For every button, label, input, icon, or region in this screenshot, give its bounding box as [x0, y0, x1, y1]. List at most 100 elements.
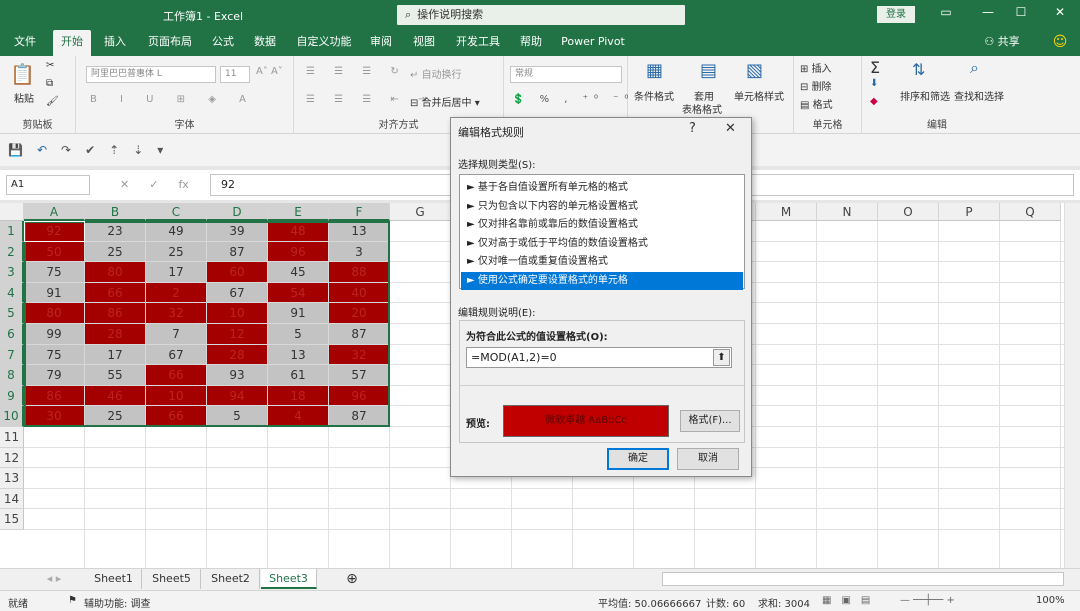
sheet-tab-2[interactable]: Sheet2 [202, 569, 260, 589]
tab-formulas[interactable]: 公式 [206, 30, 240, 56]
data-cell[interactable]: 49 [146, 221, 207, 242]
undo-icon[interactable]: ↶ [37, 143, 47, 157]
row-header[interactable]: 3 [0, 262, 24, 283]
font-style-icons[interactable]: B I U ⊞ ◈ A [90, 94, 256, 105]
column-header[interactable]: Q [1000, 203, 1061, 221]
row-header[interactable]: 7 [0, 344, 24, 366]
row-header[interactable]: 6 [0, 324, 24, 345]
row-header[interactable]: 8 [0, 365, 24, 386]
spellcheck-icon[interactable]: ✔ [85, 143, 95, 157]
data-cell[interactable]: 48 [268, 221, 329, 242]
data-cell[interactable]: 92 [24, 221, 85, 242]
column-header[interactable]: F [329, 203, 390, 221]
cell-styles-button[interactable]: 单元格样式 [734, 88, 784, 103]
delete-cells-button[interactable]: ⊟ 删除 [800, 78, 832, 93]
row-header[interactable]: 14 [0, 488, 24, 510]
data-cell[interactable]: 3 [329, 241, 390, 263]
login-button[interactable]: 登录 [877, 6, 915, 23]
share-button[interactable]: ⚇ 共享 [982, 30, 1022, 56]
tab-insert[interactable]: 插入 [98, 30, 132, 56]
data-cell[interactable]: 20 [329, 303, 390, 324]
help-icon[interactable]: ? [689, 121, 696, 136]
data-cell[interactable]: 25 [85, 241, 146, 263]
rule-type-item[interactable]: ► 只为包含以下内容的单元格设置格式 [461, 198, 743, 216]
tab-home[interactable]: 开始 [53, 30, 91, 56]
tab-power-pivot[interactable]: Power Pivot [558, 30, 628, 56]
row-header[interactable]: 2 [0, 241, 24, 263]
font-name-combo[interactable]: 阿里巴巴普惠体 L [86, 66, 216, 83]
data-cell[interactable]: 57 [329, 365, 390, 386]
format-button[interactable]: 格式(F)... [680, 410, 740, 432]
rule-type-list[interactable]: ► 基于各自值设置所有单元格的格式 ► 只为包含以下内容的单元格设置格式 ► 仅对排… [459, 174, 745, 290]
table-format-line2[interactable]: 表格格式 [682, 101, 722, 116]
format-cells-button[interactable]: ▤ 格式 [800, 96, 833, 111]
data-cell[interactable]: 80 [24, 303, 85, 324]
data-cell[interactable]: 91 [24, 282, 85, 304]
data-cell[interactable]: 13 [268, 344, 329, 366]
row-header[interactable]: 4 [0, 282, 24, 304]
cancel-icon[interactable]: ✕ [120, 178, 129, 191]
data-cell[interactable]: 40 [329, 282, 390, 304]
row-header[interactable]: 15 [0, 509, 24, 530]
font-grow-icon[interactable]: A˄ A˅ [256, 66, 283, 77]
row-header[interactable]: 11 [0, 427, 24, 448]
data-cell[interactable]: 30 [24, 406, 85, 427]
table-format-icon[interactable]: ▤ [700, 60, 717, 81]
sheet-tab-3[interactable]: Sheet3 [261, 569, 317, 589]
data-cell[interactable]: 75 [24, 262, 85, 283]
collapse-dialog-icon[interactable]: ⬆ [713, 349, 730, 366]
sheet-tab-5[interactable]: Sheet5 [143, 569, 201, 589]
save-icon[interactable]: 💾 [8, 143, 23, 157]
redo-icon[interactable]: ↷ [61, 143, 71, 157]
merge-center-button[interactable]: ⊟ 合并后居中 ▾ [410, 94, 480, 109]
search-box[interactable]: ⌕ 操作说明搜索 [397, 5, 685, 25]
data-cell[interactable]: 67 [207, 282, 268, 304]
column-header[interactable]: D [207, 203, 268, 221]
clear-icon[interactable]: ◆ [870, 96, 878, 107]
rule-type-item[interactable]: ► 仅对排名靠前或靠后的数值设置格式 [461, 216, 743, 234]
zoom-level[interactable]: 100% [1036, 595, 1065, 606]
align-top-icons[interactable]: ☰ ☰ ☰ ↻ [306, 66, 407, 77]
sheet-nav-icons[interactable]: ◂ ▸ [24, 569, 84, 589]
data-cell[interactable]: 86 [24, 385, 85, 407]
ribbon-display-icon[interactable]: ▭ [936, 5, 956, 19]
name-box[interactable]: A1 [6, 175, 90, 195]
data-cell[interactable]: 10 [207, 303, 268, 324]
format-painter-icon[interactable]: 🖌 [46, 96, 59, 107]
cancel-button[interactable]: 取消 [677, 448, 739, 470]
data-cell[interactable]: 28 [207, 344, 268, 366]
data-cell[interactable]: 66 [146, 365, 207, 386]
fx-icon[interactable]: fx [178, 178, 188, 191]
tab-review[interactable]: 审阅 [364, 30, 398, 56]
data-cell[interactable]: 94 [207, 385, 268, 407]
fill-icon[interactable]: ⬇ [870, 78, 878, 89]
data-cell[interactable]: 23 [85, 221, 146, 242]
column-header[interactable]: C [146, 203, 207, 221]
tab-help[interactable]: 帮助 [514, 30, 548, 56]
sort-desc-icon[interactable]: ⇣ [133, 143, 143, 157]
row-header[interactable]: 1 [0, 221, 24, 242]
add-sheet-icon[interactable]: ⊕ [340, 569, 364, 589]
data-cell[interactable]: 5 [207, 406, 268, 427]
data-cell[interactable]: 96 [268, 241, 329, 263]
tab-custom[interactable]: 自定义功能 [292, 30, 356, 56]
minimize-icon[interactable]: — [978, 5, 998, 19]
paste-button[interactable]: 粘贴 [14, 90, 34, 105]
horizontal-scrollbar[interactable] [662, 572, 1064, 586]
data-cell[interactable]: 66 [146, 406, 207, 427]
data-cell[interactable]: 39 [207, 221, 268, 242]
autosum-icon[interactable]: Σ [870, 58, 880, 77]
maximize-icon[interactable]: ☐ [1011, 5, 1031, 19]
row-header[interactable]: 5 [0, 303, 24, 324]
data-cell[interactable]: 99 [24, 324, 85, 345]
smiley-icon[interactable]: ☺ [1050, 30, 1070, 56]
font-size-combo[interactable]: 11 [220, 66, 250, 83]
data-cell[interactable]: 87 [207, 241, 268, 263]
close-icon[interactable]: ✕ [1050, 5, 1070, 19]
data-cell[interactable]: 10 [146, 385, 207, 407]
data-cell[interactable]: 93 [207, 365, 268, 386]
number-format-icons[interactable]: 💲 % , ⁺⁰ ⁻⁰ [512, 94, 634, 105]
data-cell[interactable]: 5 [268, 324, 329, 345]
cut-icon[interactable]: ✂ [46, 60, 54, 71]
copy-icon[interactable]: ⧉ [46, 78, 53, 89]
